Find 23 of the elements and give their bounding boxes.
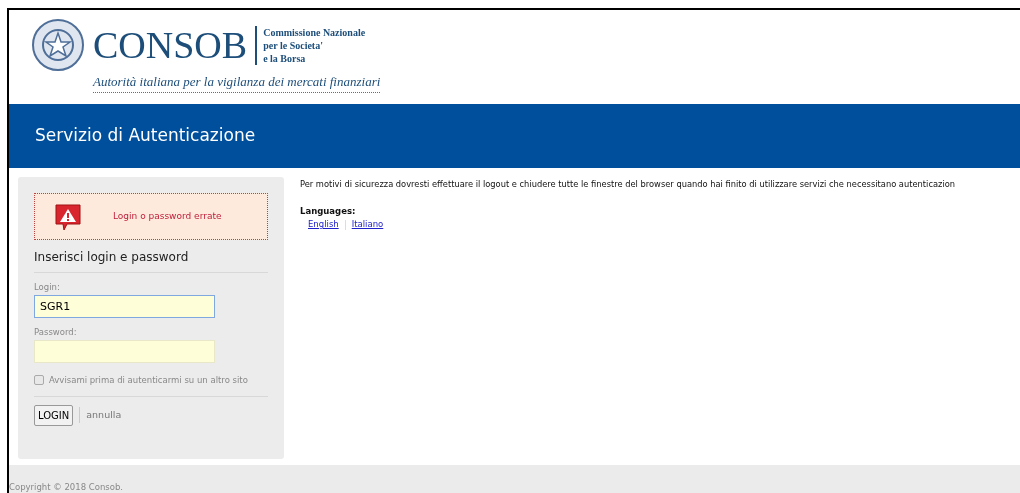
field-label: Password:: [34, 325, 78, 339]
language-link[interactable]: Italiano: [351, 218, 384, 231]
org-name-line: Commissione Nazionale: [263, 25, 366, 39]
languages-title: Languages:: [300, 205, 357, 219]
login-button[interactable]: LOGIN: [34, 404, 74, 426]
text-input-field[interactable]: [34, 339, 215, 363]
text-input-field[interactable]: SGR1: [34, 294, 215, 318]
field-label: Login:: [34, 281, 61, 294]
logo-wordmark: CONSOB: [93, 26, 248, 64]
checkbox-label: Avvisami prima di autenticarmi su un altro sito: [49, 373, 249, 387]
warning-icon: [53, 201, 83, 232]
org-name-line: e la Borsa: [263, 51, 307, 65]
cancel-link[interactable]: annulla: [86, 407, 122, 423]
banner-title: Servizio di Autenticazione: [35, 124, 256, 148]
form-heading: Inserisci login e password: [34, 248, 268, 273]
error-text: Login o password errate: [113, 209, 222, 223]
checkbox[interactable]: [34, 374, 44, 385]
emblem-icon: [31, 18, 85, 72]
org-name-line: per le Societa': [263, 38, 324, 52]
copyright-text: Copyright © 2018 Consob.: [9, 481, 124, 493]
language-link[interactable]: English: [308, 218, 339, 231]
security-notice: Per motivi di sicurezza dovresti effettuare il logout e chiudere tutte le finestre del browser quando hai finito di utilizzare servizi che necessitano autenticazion: [300, 178, 956, 191]
logo-tagline: Autorità italiana per la vigilanza dei mercati finanziari: [93, 72, 381, 93]
